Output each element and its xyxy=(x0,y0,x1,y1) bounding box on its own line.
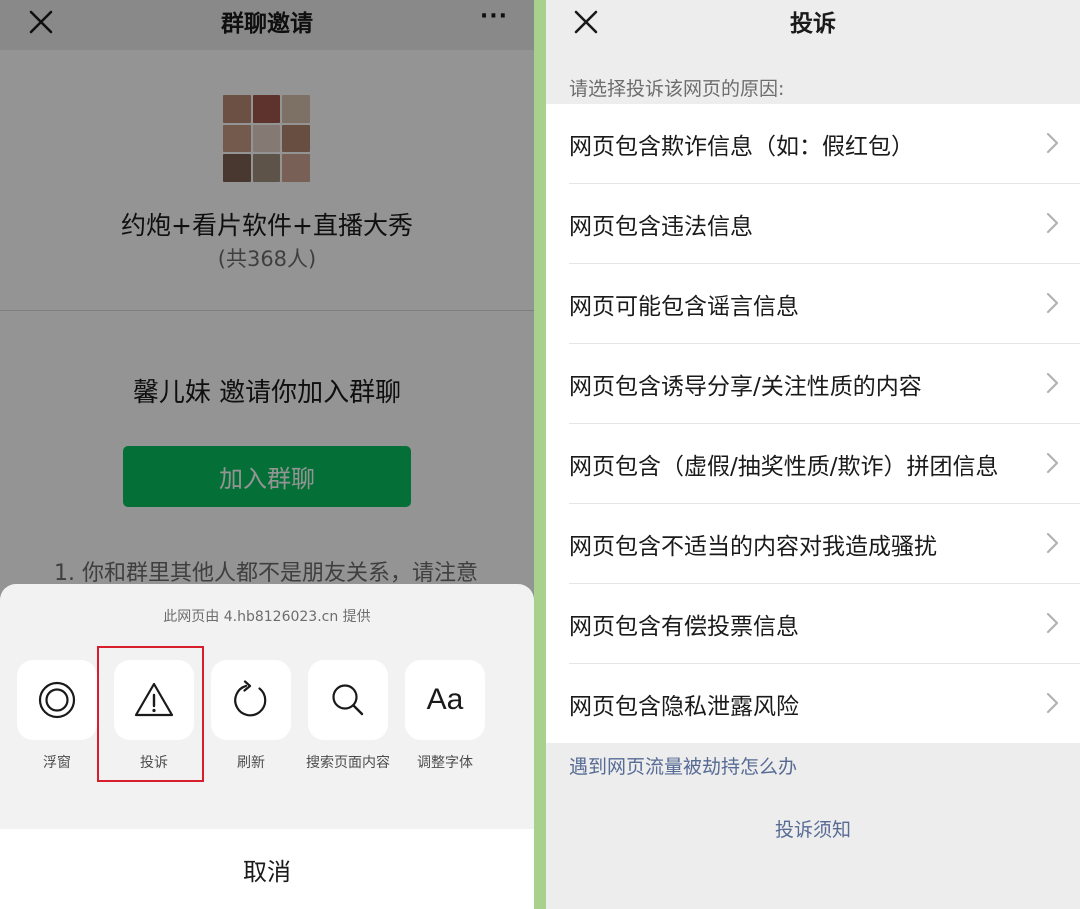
font-size-action[interactable]: Aa 调整字体 xyxy=(405,660,485,772)
chevron-right-icon xyxy=(1046,132,1059,154)
reason-label: 网页包含欺诈信息（如：假红包） xyxy=(569,133,914,160)
reason-item[interactable]: 网页包含欺诈信息（如：假红包） xyxy=(546,104,1080,183)
font-size-icon: Aa xyxy=(426,683,464,716)
chevron-right-icon xyxy=(1046,692,1059,714)
chevron-right-icon xyxy=(1046,292,1059,314)
reason-item[interactable]: 网页包含隐私泄露风险 xyxy=(546,664,1080,743)
refresh-tile[interactable] xyxy=(211,660,291,740)
reason-label: 网页包含不适当的内容对我造成骚扰 xyxy=(569,533,937,560)
right-panel: 投诉 请选择投诉该网页的原因: 网页包含欺诈信息（如：假红包） 网页包含违法信息… xyxy=(546,0,1080,909)
refresh-action[interactable]: 刷新 xyxy=(211,660,291,772)
page-title: 投诉 xyxy=(790,11,836,37)
chevron-right-icon xyxy=(1046,452,1059,474)
provider-text: 此网页由 4.hb8126023.cn 提供 xyxy=(163,609,371,625)
refresh-icon xyxy=(234,680,267,717)
reason-item[interactable]: 网页包含诱导分享/关注性质的内容 xyxy=(546,344,1080,423)
reason-item[interactable]: 网页包含违法信息 xyxy=(546,184,1080,263)
refresh-label: 刷新 xyxy=(237,755,265,771)
reason-label: 网页包含隐私泄露风险 xyxy=(569,693,799,720)
reason-label: 网页包含（虚假/抽奖性质/欺诈）拼团信息 xyxy=(569,453,999,480)
complaint-notice-link[interactable]: 投诉须知 xyxy=(546,815,1080,842)
reason-label: 网页可能包含谣言信息 xyxy=(569,293,799,320)
search-page-label: 搜索页面内容 xyxy=(306,755,390,771)
search-page-tile[interactable] xyxy=(308,660,388,740)
reason-label: 网页包含诱导分享/关注性质的内容 xyxy=(569,373,922,400)
search-page-action[interactable]: 搜索页面内容 xyxy=(306,660,390,772)
float-window-tile[interactable] xyxy=(17,660,97,740)
action-sheet: 此网页由 4.hb8126023.cn 提供 浮窗 投诉 刷新 搜索页面内容 A… xyxy=(0,584,534,909)
cancel-button[interactable]: 取消 xyxy=(0,829,534,909)
font-size-label: 调整字体 xyxy=(417,755,473,771)
chevron-right-icon xyxy=(1046,212,1059,234)
left-panel: 群聊邀请 ··· 约炮+看片软件+直播大秀 (共368人) 馨儿妹 邀请你加入群… xyxy=(0,0,534,909)
complain-highlight-box xyxy=(97,646,204,782)
chevron-right-icon xyxy=(1046,372,1059,394)
right-nav-bar: 投诉 xyxy=(546,0,1080,50)
reason-item[interactable]: 网页包含有偿投票信息 xyxy=(546,584,1080,663)
action-row: 浮窗 投诉 刷新 搜索页面内容 Aa 调整字体 xyxy=(17,660,485,772)
reason-item[interactable]: 网页可能包含谣言信息 xyxy=(546,264,1080,343)
chevron-right-icon xyxy=(1046,532,1059,554)
reason-list: 网页包含欺诈信息（如：假红包） 网页包含违法信息 网页可能包含谣言信息 网页包含… xyxy=(546,104,1080,743)
reason-item[interactable]: 网页包含（虚假/抽奖性质/欺诈）拼团信息 xyxy=(546,424,1080,503)
reason-item[interactable]: 网页包含不适当的内容对我造成骚扰 xyxy=(546,504,1080,583)
reason-label: 网页包含有偿投票信息 xyxy=(569,613,799,640)
reason-prompt: 请选择投诉该网页的原因: xyxy=(569,78,785,100)
float-window-label: 浮窗 xyxy=(43,755,71,771)
reason-label: 网页包含违法信息 xyxy=(569,213,753,240)
float-window-icon xyxy=(38,681,76,719)
font-size-tile[interactable]: Aa xyxy=(405,660,485,740)
traffic-hijack-link[interactable]: 遇到网页流量被劫持怎么办 xyxy=(569,752,797,779)
chevron-right-icon xyxy=(1046,612,1059,634)
float-window-action[interactable]: 浮窗 xyxy=(17,660,97,772)
search-icon xyxy=(332,684,364,716)
